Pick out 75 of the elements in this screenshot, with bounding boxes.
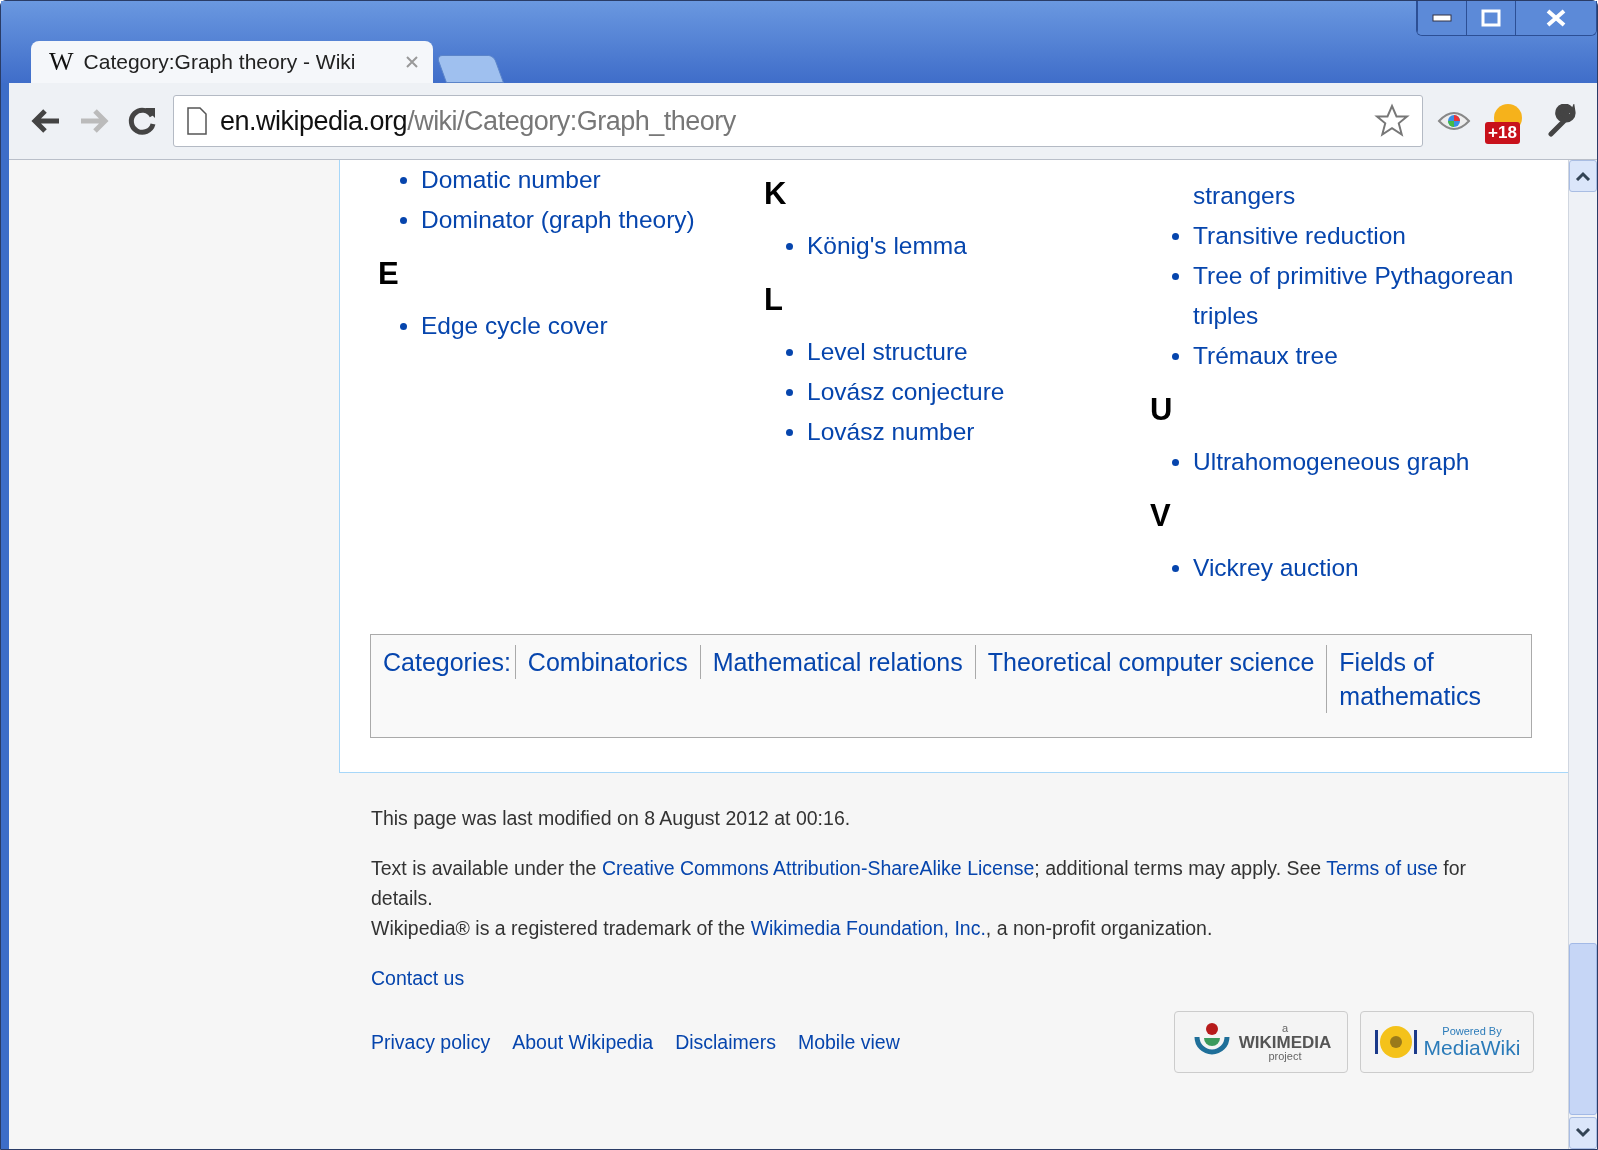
close-icon [1545,9,1567,27]
letter-heading: K [764,175,788,213]
letter-heading: E [378,255,400,293]
footer-link[interactable]: About Wikipedia [512,1027,654,1057]
category-link[interactable]: Mathematical relations [699,645,975,679]
count-badge: +18 [1485,122,1520,144]
scrollbar-thumb[interactable] [1569,943,1597,1115]
article-link[interactable]: Dominator (graph theory) [421,200,695,240]
chevron-down-icon [1575,1128,1591,1138]
address-bar[interactable]: en.wikipedia.org/wiki/Category:Graph_theory [173,95,1423,147]
footer-badge[interactable]: a WIKIMEDIA project [1174,1011,1348,1073]
article-link[interactable]: Lovász conjecture [807,372,1005,412]
text-link[interactable]: Terms of use [1326,857,1438,879]
bullet-icon [1172,273,1179,280]
close-icon[interactable] [405,55,419,69]
article-link[interactable]: Trémaux tree [1193,336,1338,376]
bullet-icon [1172,233,1179,240]
scroll-down-button[interactable] [1569,1117,1597,1149]
bullet-icon [786,389,793,396]
letter-heading: V [1150,497,1172,535]
bullet-icon [786,429,793,436]
star-icon[interactable] [1374,103,1410,139]
minimize-icon [1432,14,1452,22]
badge-title: MediaWiki [1423,1037,1521,1058]
footer-link[interactable]: Disclaimers [675,1027,776,1057]
category-link[interactable]: Combinatorics [514,645,700,679]
badge-caption: project [1268,1050,1302,1062]
chevron-up-icon [1575,171,1591,181]
article-link[interactable]: König's lemma [807,226,967,266]
contact-link[interactable]: Contact us [371,967,465,989]
license-text: Text is available under the Creative Commons Attribution-ShareAlike License; additional terms may apply. See Terms of use for details. [371,856,1468,911]
badge-caption: Powered By [1442,1026,1502,1037]
maximize-icon [1481,9,1501,27]
url-text: en.wikipedia.org/wiki/Category:Graph_theory [220,105,737,137]
bullet-icon [1172,565,1179,572]
letter-heading: L [764,281,784,319]
footer-link[interactable]: Privacy policy [371,1027,491,1057]
letter-heading: U [1150,391,1174,429]
bullet-icon [1172,353,1179,360]
article-link[interactable]: Edge cycle cover [421,306,608,346]
article-link[interactable]: strangers [1193,176,1296,216]
text-link[interactable]: Creative Commons Attribution-ShareAlike License [601,857,1035,879]
close-button[interactable] [1515,1,1596,35]
category-link[interactable]: Theoretical computer science [974,645,1327,679]
minimize-button[interactable] [1417,1,1466,35]
bullet-icon [400,177,407,184]
footer-link[interactable]: Mobile view [797,1027,900,1057]
category-link[interactable]: Fields of mathematics [1326,645,1502,713]
article-link[interactable]: Lovász number [807,412,975,452]
last-modified-text: This page was last modified on 8 August 2012 at 00:16. [371,806,852,831]
article-link[interactable]: Ultrahomogeneous graph [1193,442,1470,482]
trademark-text: Wikipedia® is a registered trademark of the Wikimedia Foundation, Inc., a non-profit organization. [371,916,1214,941]
article-link[interactable]: Tree of primitive Pythagorean triples [1193,256,1532,336]
badge-caption: a [1281,1022,1289,1034]
browser-tab[interactable]: W Category:Graph theory - Wiki [31,41,433,83]
article-link[interactable]: Level structure [807,332,968,372]
article-link[interactable]: Vickrey auction [1193,548,1359,588]
article-link[interactable]: Domatic number [421,160,601,200]
wikipedia-favicon: W [49,47,74,77]
bullet-icon [1172,459,1179,466]
bullet-icon [400,217,407,224]
scroll-up-button[interactable] [1569,160,1597,192]
weather-extension-button[interactable]: +18 [1485,98,1531,144]
eye-icon[interactable] [1437,109,1471,133]
bullet-icon [786,349,793,356]
categories-link[interactable]: Categories: [383,645,515,679]
bullet-icon [786,243,793,250]
text-link[interactable]: Wikimedia Foundation, Inc. [750,917,986,939]
maximize-button[interactable] [1466,1,1515,35]
footer-badge[interactable]: Powered By MediaWiki [1360,1011,1534,1073]
article-link[interactable]: Transitive reduction [1193,216,1406,256]
page-icon [186,107,208,135]
tab-title: Category:Graph theory - Wiki [83,50,357,74]
badge-title: WIKIMEDIA [1238,1033,1332,1051]
bullet-icon [400,323,407,330]
